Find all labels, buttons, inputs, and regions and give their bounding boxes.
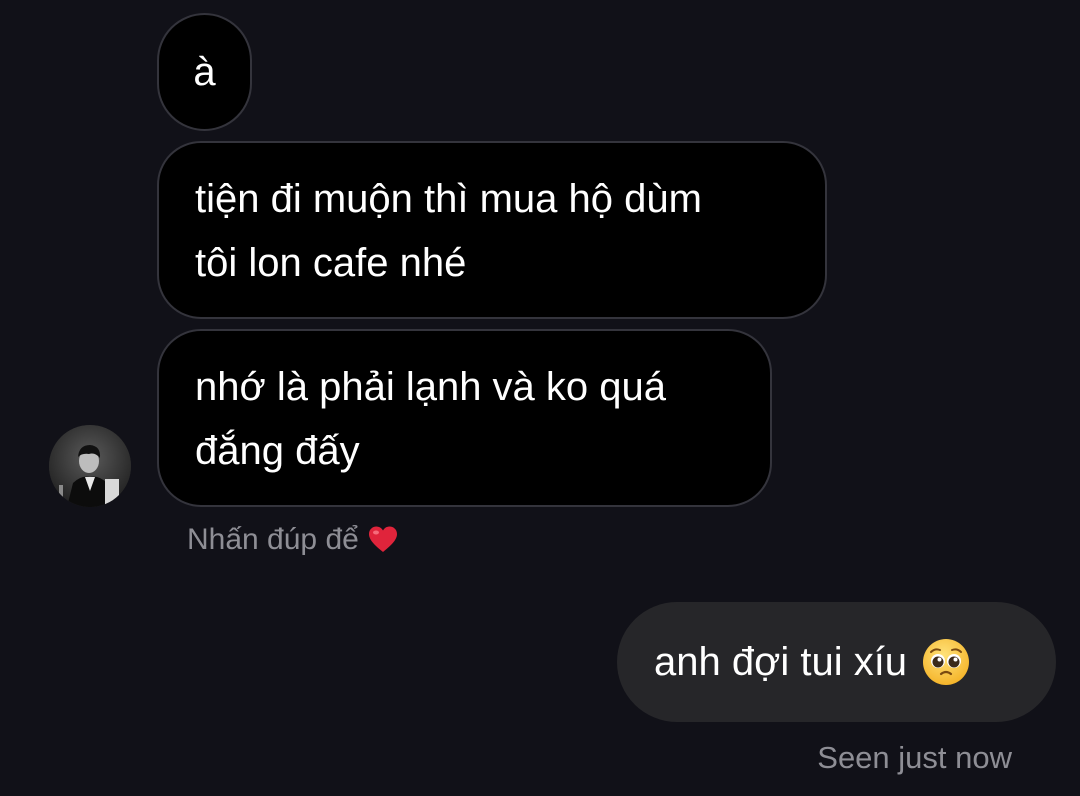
message-text-line: đắng đấy: [195, 429, 360, 473]
chat-screen: à tiện đi muộn thì mua hộ dùm tôi lon ca…: [0, 0, 1080, 796]
message-text: à: [193, 50, 216, 94]
hint-text: Nhấn đúp để: [187, 523, 359, 556]
message-text: anh đợi tui xíu: [654, 640, 908, 684]
incoming-message-bubble[interactable]: à: [157, 13, 252, 131]
message-text-line: tôi lon cafe nhé: [195, 241, 467, 285]
avatar-photo: [49, 425, 131, 507]
incoming-message-bubble[interactable]: tiện đi muộn thì mua hộ dùm tôi lon cafe…: [157, 141, 827, 319]
sender-avatar[interactable]: [49, 425, 131, 507]
seen-status: Seen just now: [817, 740, 1012, 775]
pleading-face-emoji-icon: [921, 637, 971, 687]
heart-icon: [367, 524, 399, 556]
outgoing-message-bubble[interactable]: anh đợi tui xíu: [617, 602, 1056, 722]
message-text-line: tiện đi muộn thì mua hộ dùm: [195, 177, 702, 221]
message-text-line: nhớ là phải lạnh và ko quá: [195, 365, 667, 409]
double-tap-hint: Nhấn đúp để: [187, 520, 399, 560]
incoming-message-bubble[interactable]: nhớ là phải lạnh và ko quá đắng đấy: [157, 329, 772, 507]
